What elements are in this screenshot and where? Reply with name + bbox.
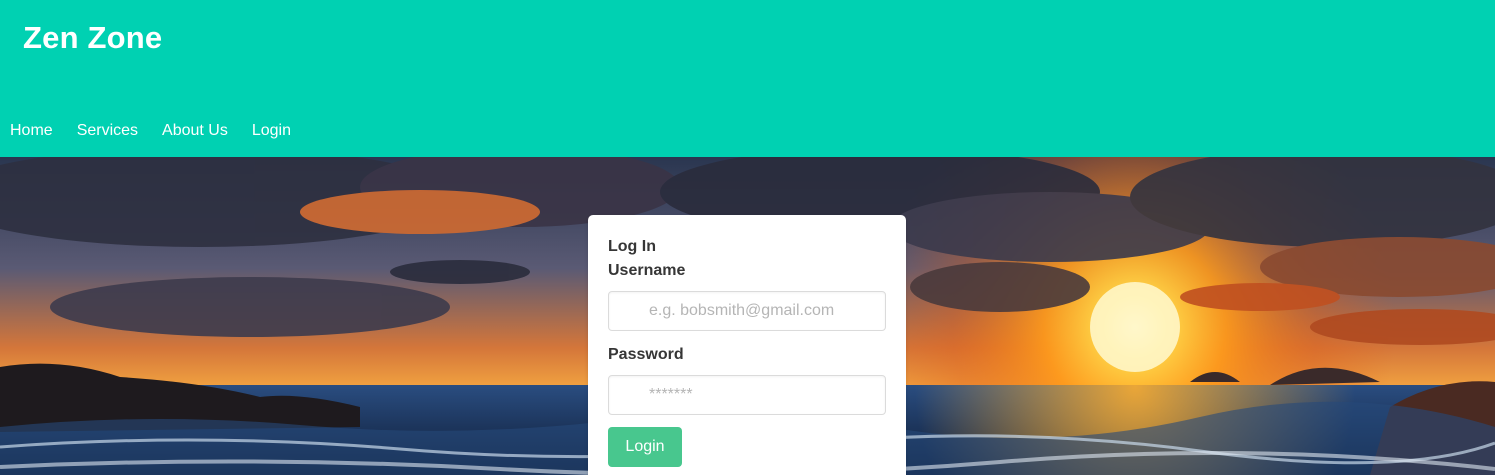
username-label: Username xyxy=(608,262,686,279)
login-button[interactable]: Login xyxy=(608,427,682,467)
nav-about-us[interactable]: About Us xyxy=(162,120,228,142)
main-nav: Home Services About Us Login xyxy=(10,120,291,142)
nav-home[interactable]: Home xyxy=(10,120,53,142)
password-input[interactable] xyxy=(608,375,886,415)
site-header: Zen Zone Home Services About Us Login xyxy=(0,0,1495,157)
login-card: Log In Username Password Login xyxy=(588,215,906,475)
username-input[interactable] xyxy=(608,291,886,331)
brand-title: Zen Zone xyxy=(23,20,163,55)
nav-login[interactable]: Login xyxy=(252,120,291,142)
nav-services[interactable]: Services xyxy=(77,120,138,142)
login-title: Log In xyxy=(608,238,656,255)
password-label: Password xyxy=(608,346,684,363)
